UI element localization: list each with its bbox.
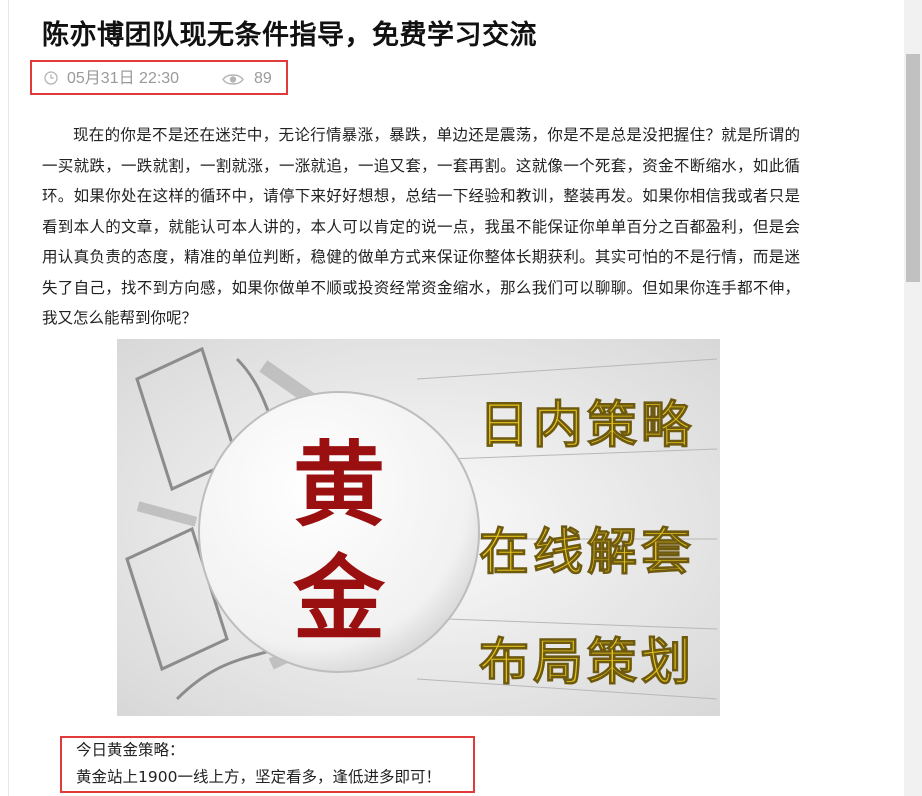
banner-slogan-2: 在线解套: [479, 522, 695, 581]
scrollbar-thumb[interactable]: [906, 54, 920, 282]
banner-circle-char-1: 黄: [293, 431, 385, 539]
clock-icon: [44, 71, 58, 85]
article-title: 陈亦博团队现无条件指导，免费学习交流: [42, 20, 537, 51]
banner-slogan-1: 日内策略: [479, 395, 695, 454]
publish-date: 05月31日 22:30: [67, 70, 180, 87]
gold-strategy-banner: 黄 金 日内策略 在线解套 布局策划: [117, 339, 720, 716]
article-meta-highlight: 05月31日 22:30 89: [30, 60, 288, 95]
vertical-scrollbar[interactable]: [904, 0, 922, 796]
banner-slogan-3: 布局策划: [479, 632, 695, 691]
strategy-label: 今日黄金策略：: [76, 741, 185, 759]
banner-circle-char-2: 金: [292, 545, 386, 653]
strategy-text: 黄金站上1900一线上方，坚定看多，逢低进多即可！: [76, 768, 441, 786]
article: 陈亦博团队现无条件指导，免费学习交流 05月31日 22:30 89 现在的你是…: [0, 0, 904, 796]
view-count: 89: [254, 70, 272, 87]
article-paragraph: 现在的你是不是还在迷茫中，无论行情暴涨，暴跌，单边还是震荡，你是不是总是没把握住…: [42, 126, 800, 327]
strategy-highlight-box: 今日黄金策略： 黄金站上1900一线上方，坚定看多，逢低进多即可！: [60, 736, 475, 793]
eye-icon: [222, 73, 244, 86]
